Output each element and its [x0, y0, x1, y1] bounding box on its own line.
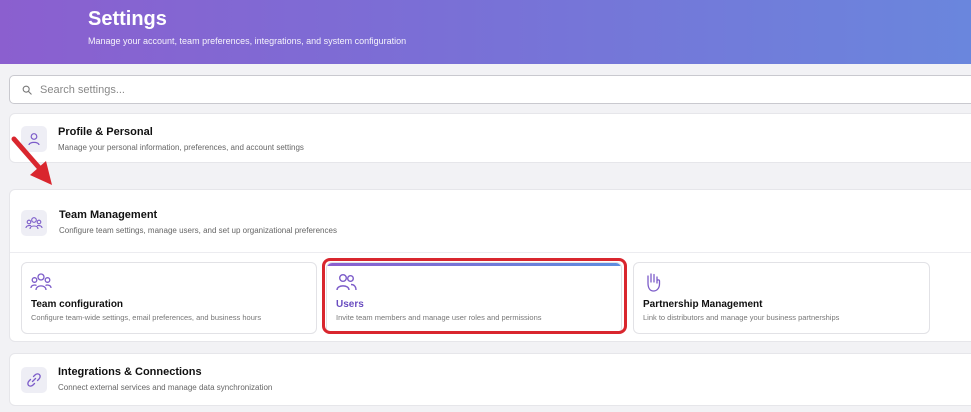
search-input[interactable]: [40, 80, 940, 100]
section-description: Connect external services and manage dat…: [58, 383, 273, 392]
section-title: Integrations & Connections: [58, 366, 202, 378]
page-subtitle: Manage your account, team preferences, i…: [88, 36, 407, 46]
card-description: Link to distributors and manage your bus…: [643, 313, 840, 322]
annotation-arrow-icon: [11, 136, 52, 185]
card-title: Partnership Management: [643, 299, 763, 310]
card-description: Configure team-wide settings, email pref…: [31, 313, 262, 322]
section-title: Profile & Personal: [58, 126, 153, 138]
section-title: Team Management: [59, 209, 158, 221]
team-icon: [30, 273, 52, 291]
team-configuration-card[interactable]: Team configuration Configure team-wide s…: [21, 262, 317, 334]
section-integrations[interactable]: Integrations & Connections Connect exter…: [9, 353, 971, 406]
section-profile[interactable]: Profile & Personal Manage your personal …: [9, 113, 971, 163]
link-icon: [21, 367, 47, 393]
search-icon: [22, 85, 32, 95]
section-description: Manage your personal information, prefer…: [58, 143, 304, 152]
team-icon: [21, 210, 47, 236]
users-card-highlight: [322, 258, 627, 334]
handshake-icon: [647, 273, 661, 292]
card-title: Team configuration: [31, 299, 124, 310]
divider: [10, 252, 971, 253]
page-header: Settings Manage your account, team prefe…: [0, 0, 971, 64]
section-description: Configure team settings, manage users, a…: [59, 226, 337, 235]
page-title: Settings: [88, 8, 167, 30]
search-bar[interactable]: [9, 75, 971, 104]
partnership-management-card[interactable]: Partnership Management Link to distribut…: [633, 262, 930, 334]
